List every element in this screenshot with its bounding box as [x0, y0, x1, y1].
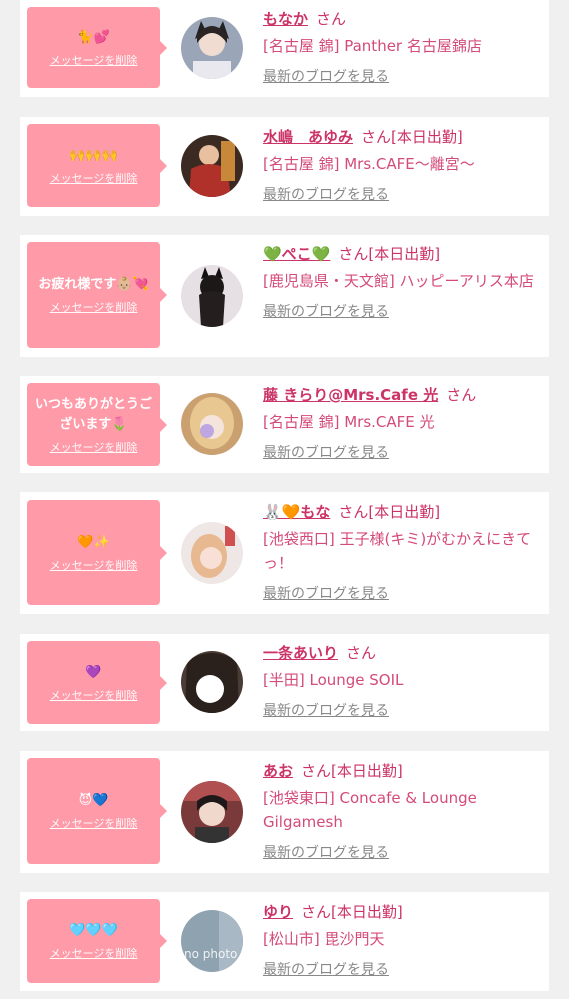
message-text: 🧡✨ — [77, 534, 110, 550]
blog-link[interactable]: 最新のブログを見る — [263, 700, 389, 720]
list-item: 🩵🩵🩵 メッセージを削除 no photo ゆり さん[本日出勤] [松山市] 毘… — [20, 892, 549, 991]
shop-name: [池袋西口] 王子様(キミ)がむかえにきてっ！ — [263, 530, 532, 572]
avatar[interactable] — [181, 781, 243, 843]
delete-message-link[interactable]: メッセージを削除 — [50, 299, 138, 315]
message-text: 🩵🩵🩵 — [69, 923, 118, 938]
shop-name: [池袋東口] Concafe & Lounge Gilgamesh — [263, 789, 477, 831]
list-item: 💜 メッセージを削除 一条あいり さん [半田] Lounge SOIL 最新のブ… — [20, 634, 549, 731]
avatar[interactable]: no photo — [181, 910, 243, 972]
blog-link[interactable]: 最新のブログを見る — [263, 301, 389, 321]
message-text: 😈💙 — [78, 793, 109, 808]
shop-name: [半田] Lounge SOIL — [263, 671, 404, 689]
cast-name-link[interactable]: 💚ぺこ💚 — [263, 245, 330, 263]
delete-message-link[interactable]: メッセージを削除 — [50, 557, 138, 573]
avatar[interactable] — [181, 393, 243, 455]
message-text: いつもありがとうございます🌷 — [34, 396, 152, 432]
honorific: さん — [346, 644, 377, 662]
avatar[interactable] — [181, 265, 243, 327]
delete-message-link[interactable]: メッセージを削除 — [50, 815, 138, 831]
delete-message-link[interactable]: メッセージを削除 — [50, 945, 138, 961]
list-item: いつもありがとうございます🌷 メッセージを削除 藤 きらり@Mrs.Cafe 光… — [20, 376, 549, 473]
cast-name-link[interactable]: 一条あいり — [263, 644, 338, 662]
message-bubble: 🐈💕 メッセージを削除 — [27, 7, 167, 88]
message-bubble: 🙌🙌🙌 メッセージを削除 — [27, 124, 167, 207]
blog-link[interactable]: 最新のブログを見る — [263, 842, 389, 862]
blog-link[interactable]: 最新のブログを見る — [263, 66, 389, 86]
honorific: さん — [338, 245, 369, 263]
list-item: 🧡✨ メッセージを削除 🐰🧡もな さん[本日出勤] [池袋西口] 王子様(キミ)が… — [20, 492, 549, 614]
honorific: さん — [316, 10, 347, 28]
message-bubble: いつもありがとうございます🌷 メッセージを削除 — [27, 383, 167, 466]
cast-name-link[interactable]: 水嶋 あゆみ — [263, 128, 353, 146]
message-text: お疲れ様です👶🏼💘 — [38, 277, 149, 292]
avatar[interactable] — [181, 17, 243, 79]
delete-message-link[interactable]: メッセージを削除 — [50, 170, 138, 186]
shop-name: [名古屋 錦] Mrs.CAFE〜離宮〜 — [263, 155, 475, 173]
today-status: [本日出勤] — [368, 245, 441, 263]
cast-name-link[interactable]: あお — [263, 762, 293, 780]
blog-link[interactable]: 最新のブログを見る — [263, 184, 389, 204]
message-list: 🐈💕 メッセージを削除 もなか さん [名古屋 錦] Panther 名古屋錦店 … — [0, 0, 569, 999]
today-status: [本日出勤] — [391, 128, 463, 146]
today-status: [本日出勤] — [368, 503, 441, 521]
avatar[interactable] — [181, 522, 243, 584]
no-photo-text: no photo — [184, 947, 237, 961]
honorific: さん — [301, 762, 332, 780]
avatar[interactable] — [181, 651, 243, 713]
message-bubble: 💜 メッセージを削除 — [27, 641, 167, 724]
blog-link[interactable]: 最新のブログを見る — [263, 583, 389, 603]
list-item: 🙌🙌🙌 メッセージを削除 水嶋 あゆみ さん[本日出勤] [名古屋 錦] Mrs.… — [20, 117, 549, 216]
shop-name: [名古屋 錦] Mrs.CAFE 光 — [263, 413, 435, 431]
honorific: さん — [361, 128, 392, 146]
shop-name: [松山市] 毘沙門天 — [263, 930, 385, 948]
cast-name-link[interactable]: 🐰🧡もな — [263, 503, 330, 521]
honorific: さん — [301, 903, 332, 921]
list-item: 😈💙 メッセージを削除 あお さん[本日出勤] [池袋東口] Concafe & … — [20, 751, 549, 873]
cast-name-link[interactable]: ゆり — [263, 903, 293, 921]
message-text: 🙌🙌🙌 — [69, 147, 118, 163]
message-bubble: 😈💙 メッセージを削除 — [27, 758, 167, 864]
list-item: 🐈💕 メッセージを削除 もなか さん [名古屋 錦] Panther 名古屋錦店 … — [20, 0, 549, 97]
shop-name: [名古屋 錦] Panther 名古屋錦店 — [263, 37, 482, 55]
message-text: 🐈💕 — [77, 29, 110, 45]
message-bubble: 🩵🩵🩵 メッセージを削除 — [27, 899, 167, 983]
avatar[interactable] — [181, 135, 243, 197]
today-status: [本日出勤] — [331, 762, 403, 780]
blog-link[interactable]: 最新のブログを見る — [263, 959, 389, 979]
message-bubble: 🧡✨ メッセージを削除 — [27, 500, 167, 605]
delete-message-link[interactable]: メッセージを削除 — [50, 687, 138, 703]
message-bubble: お疲れ様です👶🏼💘 メッセージを削除 — [27, 242, 167, 348]
delete-message-link[interactable]: メッセージを削除 — [50, 439, 138, 455]
blog-link[interactable]: 最新のブログを見る — [263, 442, 389, 462]
today-status: [本日出勤] — [331, 903, 403, 921]
cast-name-link[interactable]: 藤 きらり@Mrs.Cafe 光 — [263, 386, 438, 404]
honorific: さん — [338, 503, 369, 521]
list-item: お疲れ様です👶🏼💘 メッセージを削除 💚ぺこ💚 さん[本日出勤] [鹿児島県・天文… — [20, 235, 549, 357]
delete-message-link[interactable]: メッセージを削除 — [50, 52, 138, 68]
cast-name-link[interactable]: もなか — [263, 10, 308, 28]
message-text: 💜 — [85, 664, 102, 680]
honorific: さん — [446, 386, 477, 404]
shop-name: [鹿児島県・天文館] ハッピーアリス本店 — [263, 272, 534, 290]
